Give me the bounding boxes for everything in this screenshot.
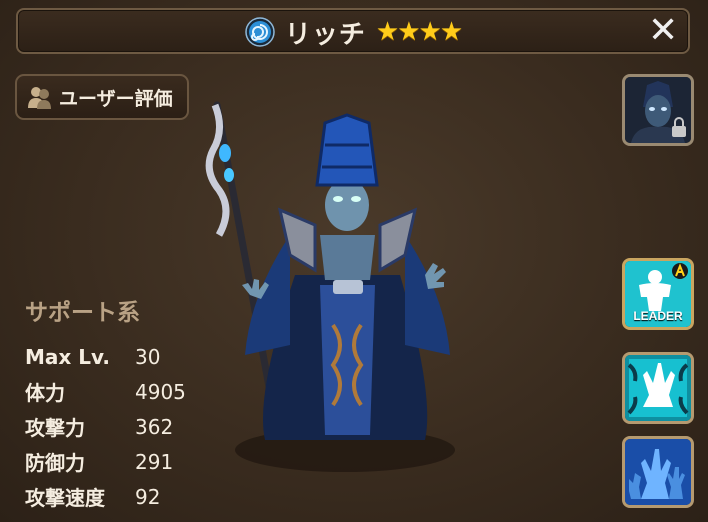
skill-hands-icon <box>625 439 691 505</box>
skill-hand-glow-icon <box>625 355 691 421</box>
stat-row-speed: 攻撃速度 92 <box>25 479 186 514</box>
wind-element-icon <box>245 17 275 47</box>
stats-panel: サポート系 Max Lv. 30 体力 4905 攻撃力 362 防御力 291… <box>25 293 186 514</box>
monster-figure <box>205 101 455 472</box>
title-group: リッチ ★★★★ <box>18 17 688 50</box>
stat-label: 攻撃速度 <box>25 486 105 510</box>
skill-1-button[interactable] <box>622 352 694 424</box>
stat-value: 92 <box>135 484 161 509</box>
awakened-form-button[interactable] <box>622 74 694 146</box>
stat-value: 30 <box>135 344 161 369</box>
stat-row-hp: 体力 4905 <box>25 374 186 409</box>
title-bar: リッチ ★★★★ ✕ <box>16 8 690 54</box>
stat-value: 4905 <box>135 379 186 404</box>
stat-row-max-lv: Max Lv. 30 <box>25 339 186 374</box>
star-rating: ★★★★ <box>375 17 463 47</box>
leader-label: LEADER <box>633 309 683 323</box>
stat-label: 防御力 <box>25 451 85 475</box>
stat-label: Max Lv. <box>25 344 111 369</box>
stat-label: 体力 <box>25 381 65 405</box>
awakened-portrait-lock-icon <box>625 77 691 143</box>
user-review-label: ユーザー評価 <box>59 87 173 110</box>
stat-label: 攻撃力 <box>25 416 85 440</box>
leader-skill-button[interactable]: LEADER <box>622 258 694 330</box>
users-icon <box>28 87 51 109</box>
stat-row-defense: 防御力 291 <box>25 444 186 479</box>
stat-value: 291 <box>135 449 174 474</box>
monster-type: サポート系 <box>25 300 140 326</box>
stat-value: 362 <box>135 414 174 439</box>
user-review-button[interactable]: ユーザー評価 <box>15 74 189 120</box>
monster-name: リッチ <box>284 19 366 50</box>
stat-row-attack: 攻撃力 362 <box>25 409 186 444</box>
close-button[interactable]: ✕ <box>648 13 678 49</box>
skill-2-button[interactable] <box>622 436 694 508</box>
close-icon: ✕ <box>648 10 679 51</box>
